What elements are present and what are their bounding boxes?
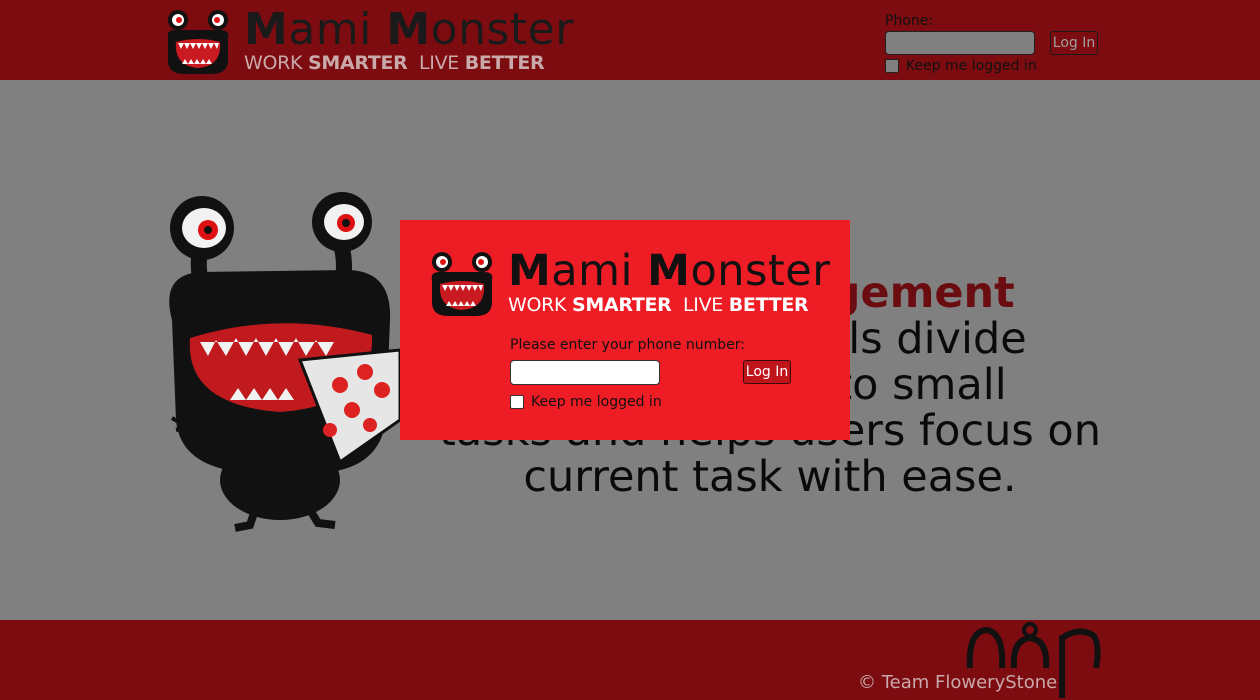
header-phone-label: Phone: xyxy=(885,13,934,29)
modal-brand-name: Mami Monster xyxy=(508,246,831,296)
modal-keep-logged-checkbox[interactable] xyxy=(510,395,524,409)
header: Mami Monster WORK SMARTER LIVE BETTER Ph… xyxy=(0,0,1260,80)
login-modal: Mami Monster WORK SMARTER LIVE BETTER Pl… xyxy=(400,220,850,440)
brand-tagline: WORK SMARTER LIVE BETTER xyxy=(244,52,545,74)
header-logo[interactable]: Mami Monster WORK SMARTER LIVE BETTER xyxy=(164,8,574,76)
modal-logo: Mami Monster WORK SMARTER LIVE BETTER xyxy=(428,250,830,318)
modal-keep-logged-in[interactable]: Keep me logged in xyxy=(510,394,662,410)
monster-with-pizza-illustration xyxy=(169,192,402,532)
footer-credit: © Team FloweryStone xyxy=(858,672,1058,693)
modal-login-button[interactable]: Log In xyxy=(743,360,791,384)
modal-brand-tagline: WORK SMARTER LIVE BETTER xyxy=(508,294,809,316)
hero-line-4: current task with ease. xyxy=(523,452,1017,502)
header-keep-logged-in[interactable]: Keep me logged in xyxy=(885,58,1037,74)
modal-keep-logged-label: Keep me logged in xyxy=(531,394,662,410)
header-keep-logged-checkbox[interactable] xyxy=(885,59,899,73)
header-login-button[interactable]: Log In xyxy=(1050,31,1098,55)
monster-logo-icon xyxy=(431,252,493,316)
header-phone-input[interactable] xyxy=(885,31,1035,55)
modal-phone-prompt: Please enter your phone number: xyxy=(510,337,745,353)
monster-logo-icon xyxy=(167,10,229,74)
footer: © Team FloweryStone xyxy=(0,620,1260,700)
modal-phone-input[interactable] xyxy=(510,360,660,385)
header-keep-logged-label: Keep me logged in xyxy=(906,58,1037,74)
brand-name: Mami Monster xyxy=(244,4,574,55)
